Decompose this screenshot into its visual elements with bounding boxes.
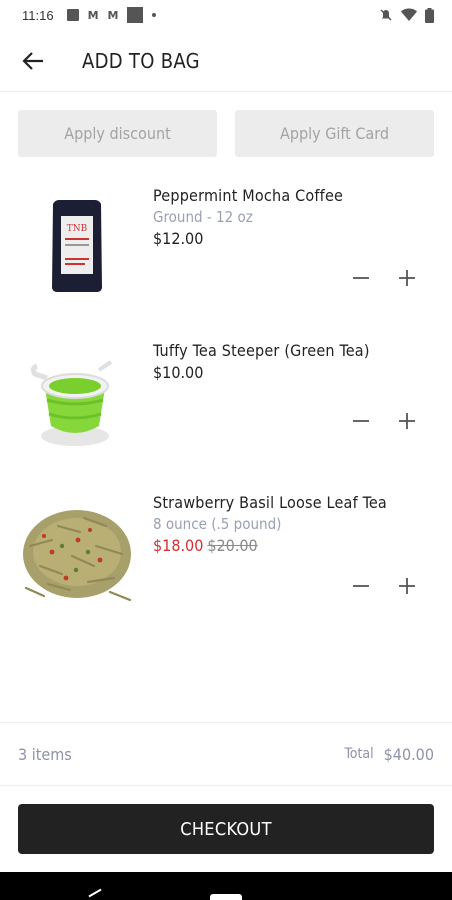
app-notification-icon	[127, 7, 144, 23]
more-notifications-dot-icon	[152, 13, 157, 17]
promo-row: Apply discount Apply Gift Card	[18, 110, 434, 157]
decrease-quantity-button[interactable]	[350, 267, 372, 289]
item-name[interactable]: Peppermint Mocha Coffee	[153, 186, 343, 205]
nav-home-icon[interactable]	[210, 894, 242, 900]
photo-notification-icon	[66, 9, 79, 21]
coffee-bag-image: TNB	[52, 200, 102, 292]
page-title: ADD TO BAG	[82, 48, 200, 73]
mail-notification-icon: M	[87, 8, 99, 22]
status-bar: 11:16 M M	[0, 0, 452, 30]
item-price: $12.00	[153, 229, 204, 248]
battery-icon	[425, 7, 434, 23]
cart-item: Strawberry Basil Loose Leaf Tea 8 ounce …	[0, 487, 452, 617]
plus-icon	[399, 270, 415, 286]
item-price: $10.00	[153, 363, 204, 382]
mail-notification-icon-2: M	[107, 8, 119, 22]
svg-text:TNB: TNB	[67, 224, 88, 234]
item-original-price: $20.00	[207, 536, 258, 555]
item-info: Peppermint Mocha Coffee Ground - 12 oz $…	[153, 186, 343, 248]
order-summary: 3 items Total $40.00	[0, 722, 452, 786]
item-count: 3 items	[18, 744, 72, 764]
minus-icon	[353, 585, 369, 587]
item-variant: 8 ounce (.5 pound)	[153, 515, 282, 533]
nav-back-icon[interactable]	[88, 888, 102, 898]
back-button[interactable]	[18, 46, 48, 76]
plus-icon	[399, 578, 415, 594]
total-value: $40.00	[383, 744, 434, 764]
total-label: Total	[344, 746, 374, 762]
item-info: Tuffy Tea Steeper (Green Tea) $10.00	[153, 341, 370, 382]
quantity-stepper	[350, 410, 418, 432]
system-nav-bar	[0, 872, 452, 900]
item-variant: Ground - 12 oz	[153, 208, 253, 226]
mute-icon	[380, 9, 392, 21]
item-sale-price: $18.00	[153, 536, 204, 555]
checkout-button[interactable]: CHECKOUT	[18, 804, 434, 854]
tea-steeper-image	[30, 360, 113, 446]
increase-quantity-button[interactable]	[396, 267, 418, 289]
plus-icon	[399, 413, 415, 429]
arrow-left-icon	[22, 51, 43, 70]
product-image	[14, 343, 140, 459]
decrease-quantity-button[interactable]	[350, 575, 372, 597]
apply-gift-card-button[interactable]: Apply Gift Card	[235, 110, 434, 157]
product-image: TNB	[14, 188, 140, 304]
minus-icon	[353, 277, 369, 279]
item-name[interactable]: Strawberry Basil Loose Leaf Tea	[153, 493, 387, 512]
product-image	[14, 491, 140, 611]
item-info: Strawberry Basil Loose Leaf Tea 8 ounce …	[153, 493, 387, 555]
loose-leaf-tea-image	[23, 510, 132, 602]
item-name[interactable]: Tuffy Tea Steeper (Green Tea)	[153, 341, 370, 360]
increase-quantity-button[interactable]	[396, 410, 418, 432]
quantity-stepper	[350, 575, 418, 597]
decrease-quantity-button[interactable]	[350, 410, 372, 432]
apply-discount-button[interactable]: Apply discount	[18, 110, 217, 157]
quantity-stepper	[350, 267, 418, 289]
item-price-group: $18.00 $20.00	[153, 536, 387, 555]
wifi-icon	[401, 8, 417, 21]
minus-icon	[353, 420, 369, 422]
increase-quantity-button[interactable]	[396, 575, 418, 597]
app-bar: ADD TO BAG	[0, 30, 452, 92]
cart-item: TNB Peppermint Mocha Coffee Ground - 12 …	[0, 180, 452, 310]
status-time: 11:16	[22, 7, 54, 23]
cart-item: Tuffy Tea Steeper (Green Tea) $10.00	[0, 335, 452, 465]
